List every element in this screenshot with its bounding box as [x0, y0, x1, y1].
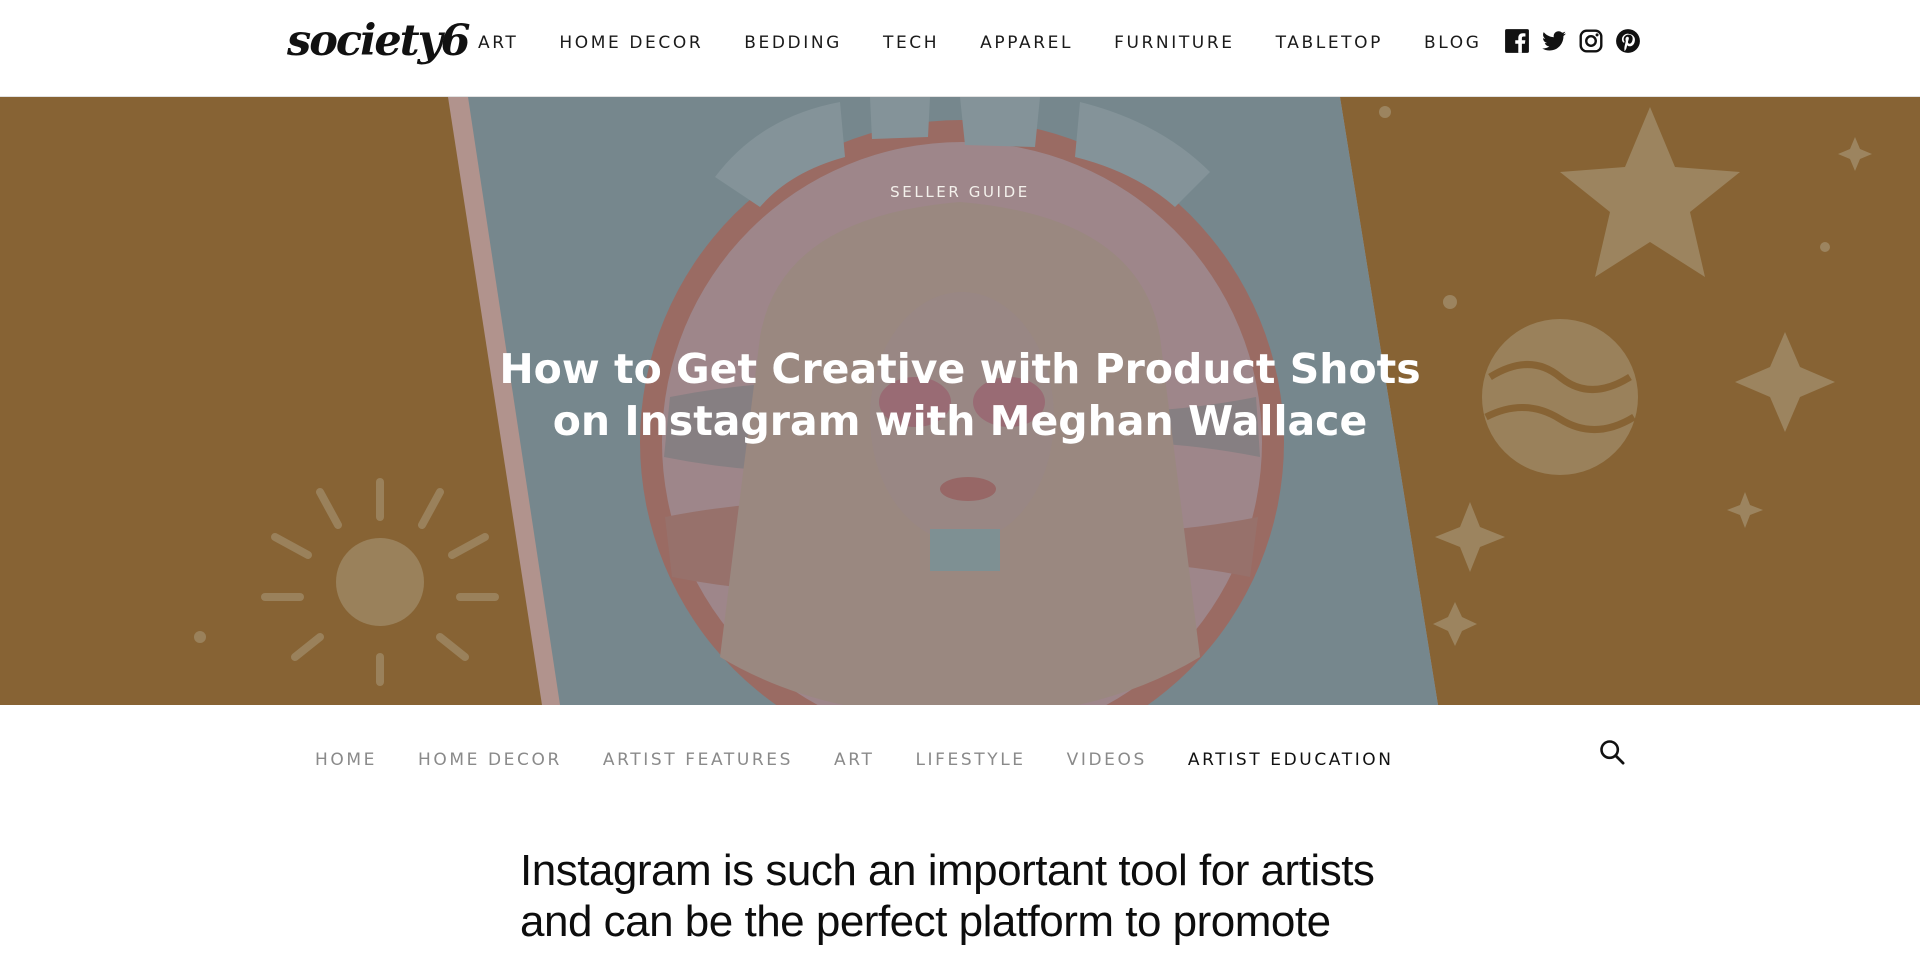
- site-header: society6 ART HOME DECOR BEDDING TECH APP…: [0, 0, 1920, 97]
- subnav-item-videos[interactable]: VIDEOS: [1067, 750, 1147, 770]
- nav-item-furniture[interactable]: FURNITURE: [1114, 33, 1235, 53]
- article-intro: Instagram is such an important tool for …: [520, 845, 1420, 947]
- twitter-icon[interactable]: [1541, 28, 1567, 54]
- subnav-item-lifestyle[interactable]: LIFESTYLE: [915, 750, 1025, 770]
- society6-logo[interactable]: society6: [287, 16, 471, 66]
- subnav-item-artist-features[interactable]: ARTIST FEATURES: [603, 750, 793, 770]
- article-intro-line-1: Instagram is such an important tool for …: [520, 846, 1375, 895]
- main-nav: ART HOME DECOR BEDDING TECH APPAREL FURN…: [478, 33, 1522, 53]
- instagram-icon[interactable]: [1578, 28, 1604, 54]
- subnav-item-art[interactable]: ART: [834, 750, 874, 770]
- hero-title[interactable]: How to Get Creative with Product Shots o…: [460, 343, 1460, 447]
- social-links: [1504, 28, 1652, 54]
- facebook-icon[interactable]: [1504, 28, 1530, 54]
- article-intro-line-2: and can be the perfect platform to promo…: [520, 897, 1331, 946]
- blog-category-nav: HOME HOME DECOR ARTIST FEATURES ART LIFE…: [315, 750, 1435, 770]
- hero-title-line-1: How to Get Creative with Product Shots: [499, 345, 1421, 393]
- nav-item-art[interactable]: ART: [478, 33, 518, 53]
- hero-title-line-2: on Instagram with Meghan Wallace: [552, 397, 1368, 445]
- nav-item-home-decor[interactable]: HOME DECOR: [559, 33, 703, 53]
- nav-item-tabletop[interactable]: TABLETOP: [1276, 33, 1383, 53]
- nav-item-tech[interactable]: TECH: [883, 33, 939, 53]
- hero-category-label[interactable]: SELLER GUIDE: [0, 183, 1920, 201]
- search-icon[interactable]: [1598, 738, 1626, 766]
- nav-item-apparel[interactable]: APPAREL: [980, 33, 1073, 53]
- hero-banner[interactable]: SELLER GUIDE How to Get Creative with Pr…: [0, 97, 1920, 705]
- subnav-item-home[interactable]: HOME: [315, 750, 377, 770]
- nav-item-bedding[interactable]: BEDDING: [744, 33, 842, 53]
- pinterest-icon[interactable]: [1615, 28, 1641, 54]
- subnav-item-home-decor[interactable]: HOME DECOR: [418, 750, 562, 770]
- nav-item-blog[interactable]: BLOG: [1424, 33, 1481, 53]
- subnav-item-artist-education[interactable]: ARTIST EDUCATION: [1188, 750, 1394, 770]
